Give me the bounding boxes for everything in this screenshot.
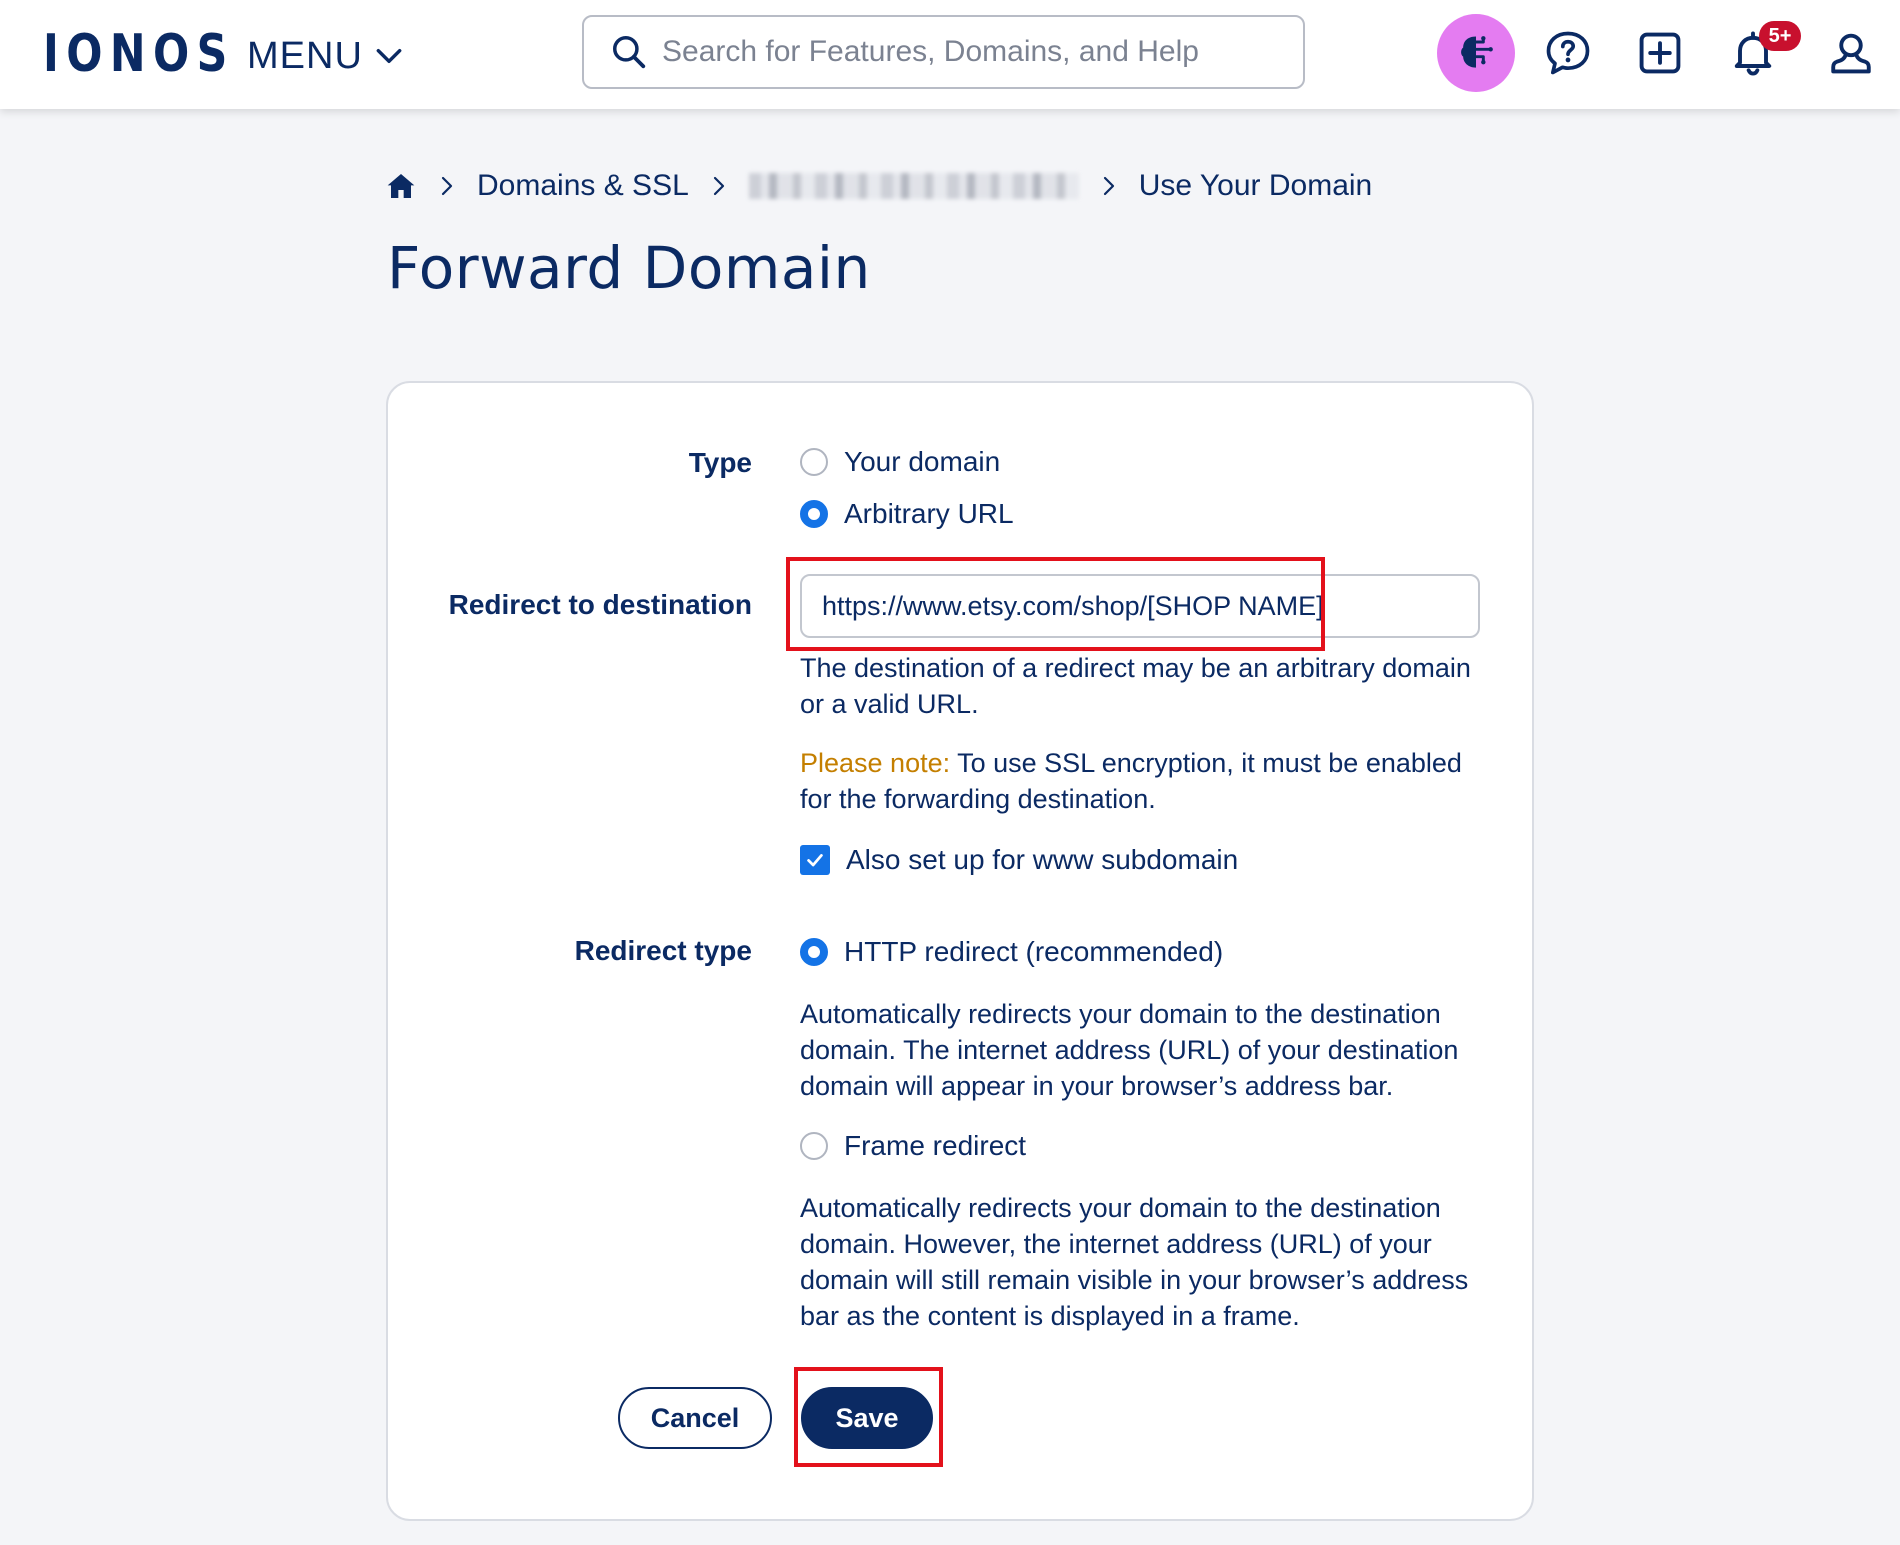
chevron-right-icon [441,176,453,196]
redirect-type-label: Redirect type [574,935,752,966]
chevron-right-icon [713,176,724,196]
chevron-down-icon [376,48,402,64]
http-redirect-description: Automatically redirects your domain to t… [800,999,1459,1101]
destination-label: Redirect to destination [448,589,752,620]
destination-hint: The destination of a redirect may be an … [800,653,1471,719]
destination-url-input[interactable] [800,574,1480,638]
breadcrumb-current: Use Your Domain [1138,169,1373,202]
ssl-note: Please note: To use SSL encryption, it m… [800,745,1480,817]
type-option-label: Arbitrary URL [844,498,1014,529]
menu-button[interactable]: MENU [247,30,405,82]
help-chat-icon [1546,31,1590,75]
search-box[interactable] [582,15,1305,89]
ai-brain-icon [1461,36,1493,68]
cancel-button[interactable]: Cancel [618,1387,772,1449]
breadcrumb-domain-name-redacted[interactable] [748,173,1079,199]
http-redirect-label: HTTP redirect (recommended) [844,936,1224,967]
home-icon[interactable] [385,170,417,202]
user-icon [1831,33,1871,74]
menu-label: MENU [247,34,363,77]
ai-assistant-button[interactable] [1437,14,1515,92]
search-icon [613,36,646,69]
save-button[interactable]: Save [801,1387,933,1449]
radio-frame-redirect[interactable] [800,1132,828,1160]
breadcrumb-domains-ssl[interactable]: Domains & SSL [477,169,689,203]
help-button[interactable] [1529,14,1607,92]
account-button[interactable] [1812,14,1890,92]
checkmark-icon [807,854,823,867]
notifications-badge: 5+ [1759,21,1801,51]
page-title: Forward Domain [387,234,871,302]
www-subdomain-label: Also set up for www subdomain [846,844,1239,875]
breadcrumb: Domains & SSL Use Your Domain [385,164,1372,208]
search-input[interactable] [662,22,1303,82]
type-label: Type [688,447,752,478]
www-subdomain-checkbox[interactable] [800,845,830,875]
frame-redirect-label: Frame redirect [844,1130,1027,1161]
radio-arbitrary-url[interactable] [800,500,828,528]
top-header: IONOS MENU Search for Features, Domains,… [0,0,1900,109]
radio-http-redirect[interactable] [800,938,828,966]
add-button[interactable] [1621,14,1699,92]
radio-your-domain[interactable] [800,448,828,476]
ionos-logo[interactable]: IONOS [43,24,235,84]
redirect-option-http[interactable]: HTTP redirect (recommended) [800,934,1223,970]
www-subdomain-option[interactable]: Also set up for www subdomain [800,842,1238,878]
frame-redirect-description: Automatically redirects your domain to t… [800,1193,1469,1331]
plus-square-icon [1639,32,1681,74]
chevron-right-icon [1103,176,1114,196]
note-label: Please note: [800,748,951,778]
type-option-your-domain[interactable]: Your domain [800,444,1000,480]
type-option-label: Your domain [844,446,1001,477]
redirect-option-frame[interactable]: Frame redirect [800,1128,1026,1164]
type-option-arbitrary-url[interactable]: Arbitrary URL [800,496,1014,532]
